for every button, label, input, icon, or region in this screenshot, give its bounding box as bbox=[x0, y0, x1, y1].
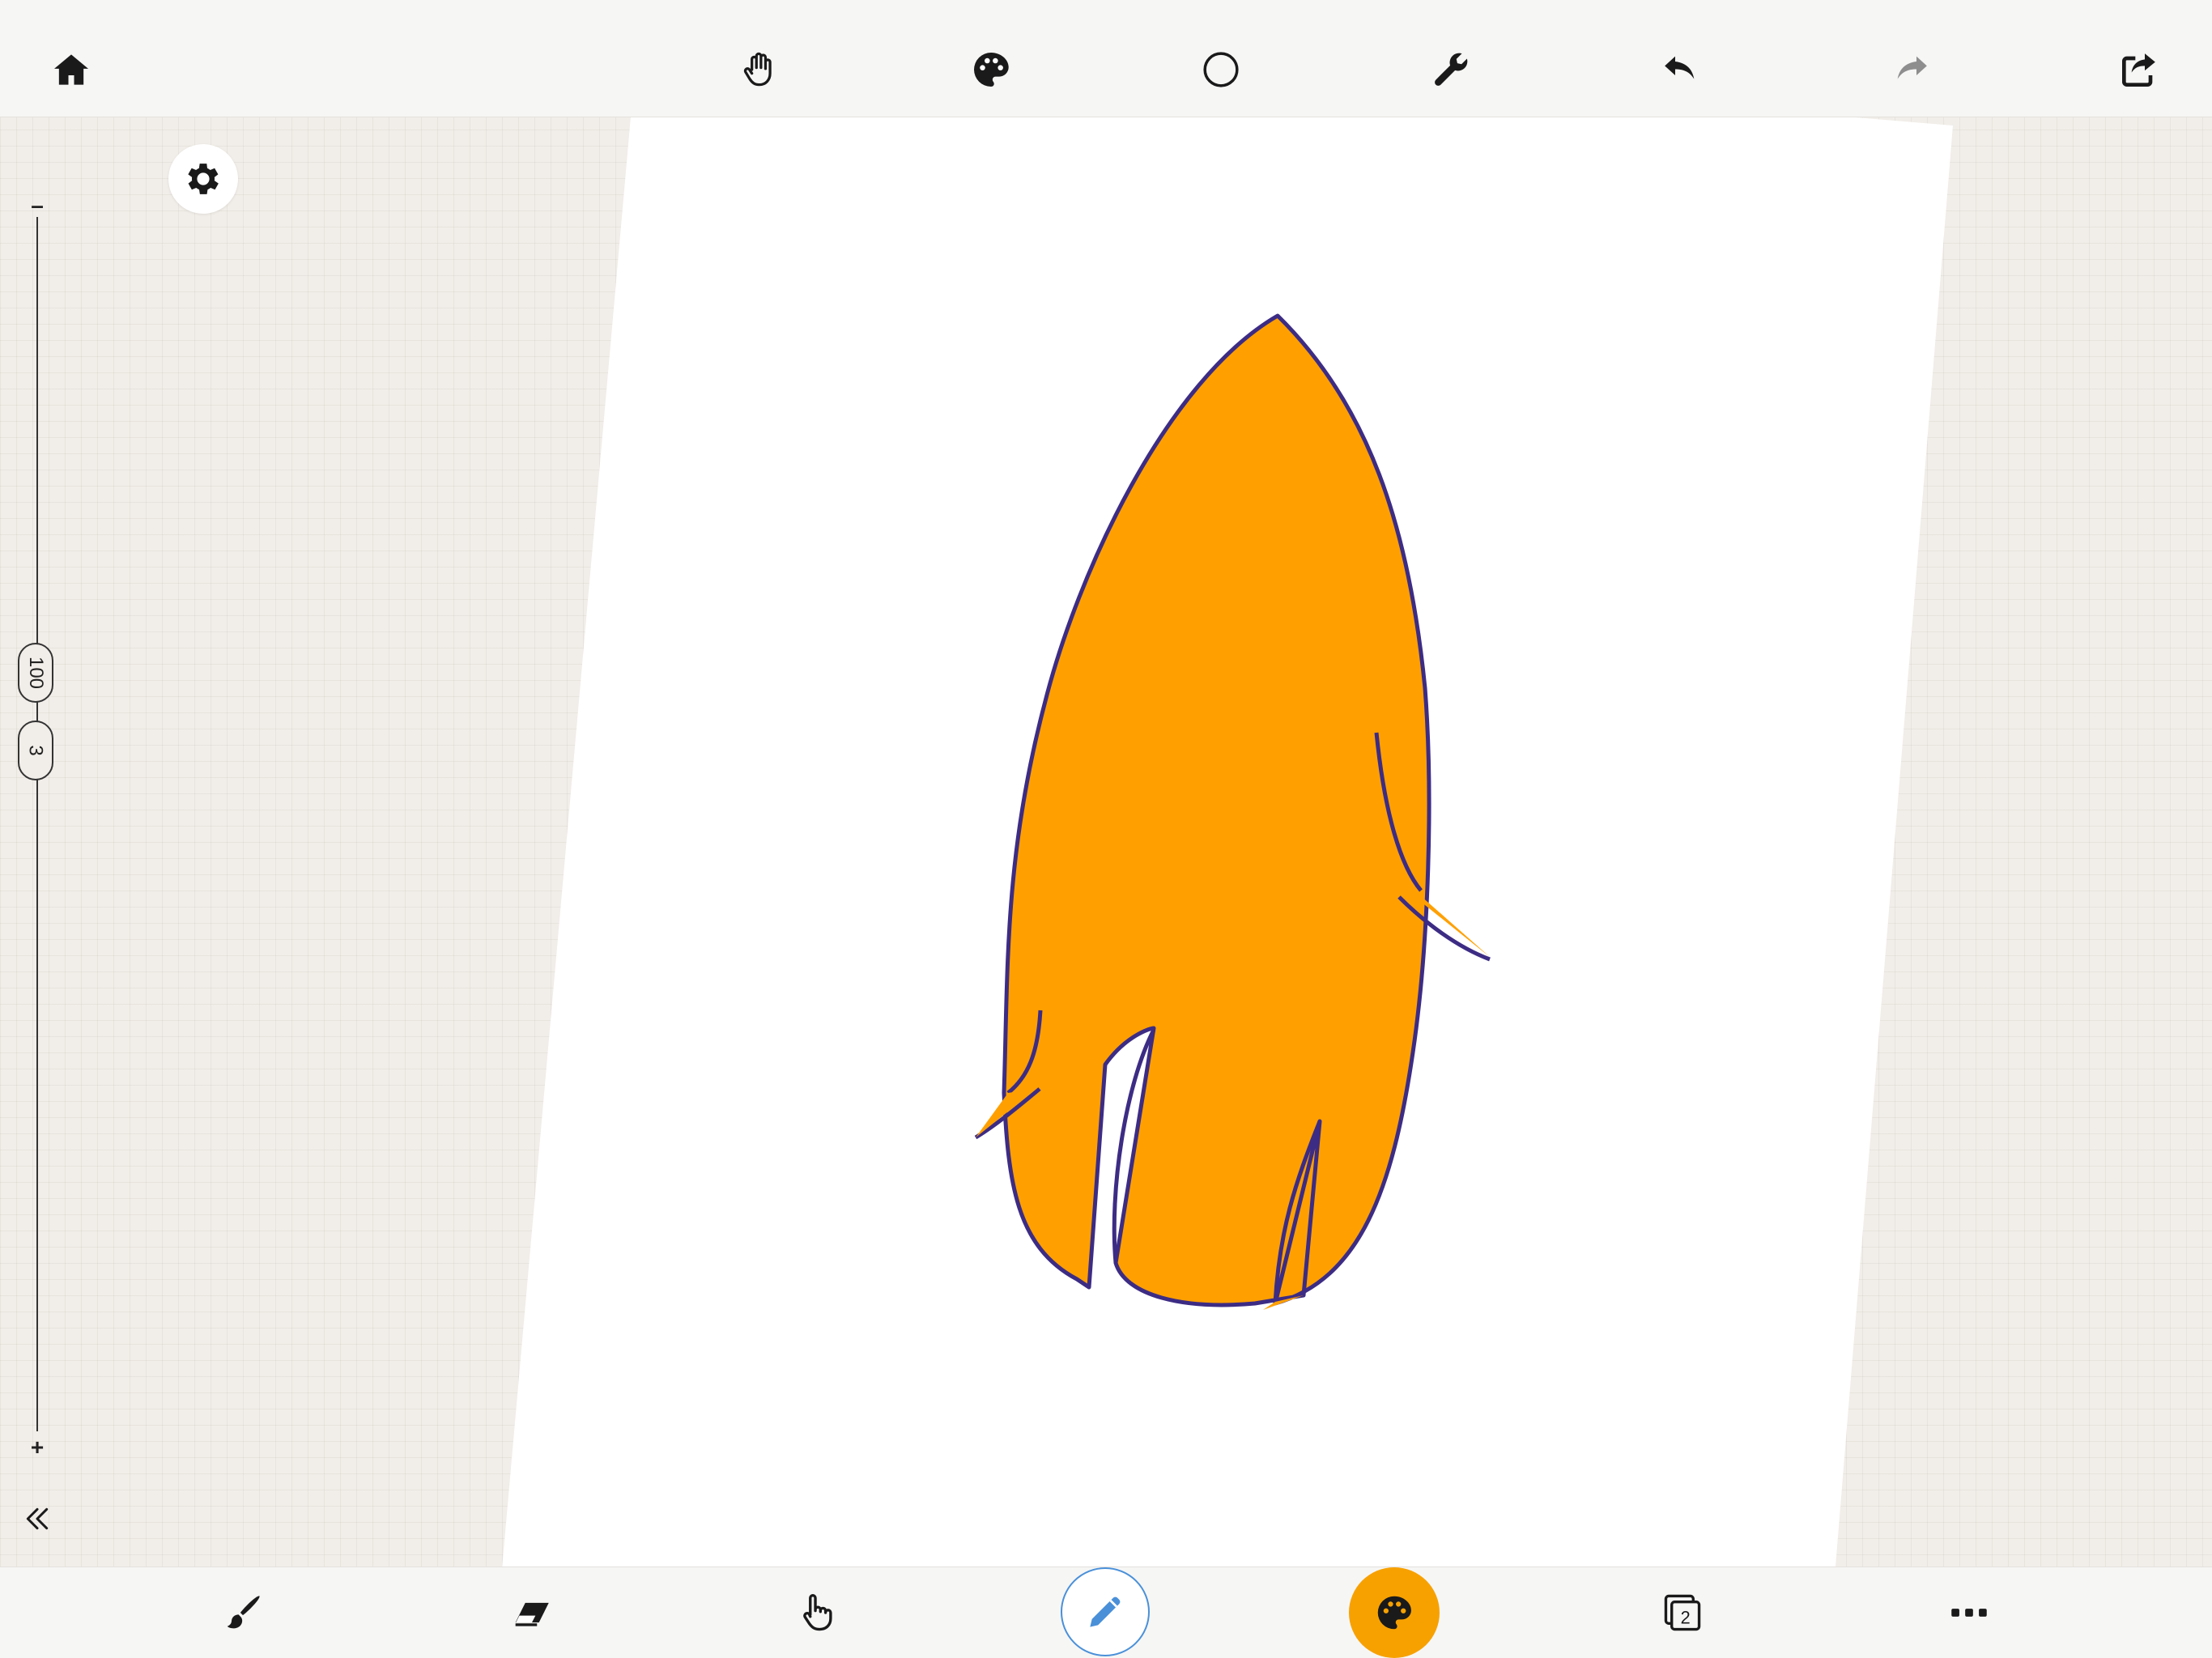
brush-size-slider[interactable] bbox=[36, 217, 38, 1431]
home-icon bbox=[54, 54, 88, 85]
redo-button[interactable] bbox=[1878, 37, 1943, 102]
layers-icon: 2 bbox=[1664, 1594, 1701, 1631]
gear-icon bbox=[188, 164, 219, 194]
smudge-tool-button[interactable] bbox=[771, 1567, 861, 1658]
eraser-tool-button[interactable] bbox=[486, 1567, 576, 1658]
slider-max-label: + bbox=[30, 1435, 45, 1460]
double-chevron-left-icon bbox=[26, 1507, 49, 1530]
hand-icon bbox=[743, 52, 772, 87]
orange-drawing bbox=[974, 313, 1491, 1310]
circle-shape-icon bbox=[1203, 52, 1239, 87]
home-button[interactable] bbox=[39, 37, 104, 102]
share-button[interactable] bbox=[2107, 37, 2172, 102]
undo-icon bbox=[1665, 56, 1695, 79]
brush-opacity-text: 3 bbox=[24, 745, 47, 756]
shape-button[interactable] bbox=[1189, 37, 1253, 102]
pan-button[interactable] bbox=[727, 37, 792, 102]
settings-button[interactable] bbox=[168, 144, 238, 214]
brush-opacity-value[interactable]: 3 bbox=[18, 721, 53, 780]
brush-icon bbox=[227, 1596, 260, 1629]
more-icon bbox=[1951, 1609, 1987, 1617]
slider-min-label: – bbox=[31, 193, 44, 218]
pencil-icon bbox=[1090, 1596, 1121, 1627]
palette-icon bbox=[974, 53, 1009, 87]
layer-count: 2 bbox=[1681, 1608, 1691, 1628]
brush-size-value[interactable]: 100 bbox=[18, 643, 53, 703]
eraser-icon bbox=[515, 1602, 549, 1626]
adjust-button[interactable] bbox=[1419, 37, 1483, 102]
brush-tool-button[interactable] bbox=[198, 1567, 288, 1658]
paper-sheet bbox=[500, 16, 1953, 1587]
brush-size-text: 100 bbox=[25, 656, 48, 690]
share-icon bbox=[2122, 53, 2155, 87]
redo-icon bbox=[1897, 56, 1927, 79]
top-toolbar bbox=[0, 0, 2212, 117]
current-color-button[interactable] bbox=[1349, 1567, 1440, 1658]
layers-button[interactable]: 2 bbox=[1637, 1567, 1728, 1658]
finger-icon bbox=[803, 1594, 832, 1631]
color-palette-icon bbox=[1377, 1596, 1411, 1630]
undo-button[interactable] bbox=[1648, 37, 1713, 102]
color-button-top[interactable] bbox=[959, 37, 1023, 102]
drawing-canvas[interactable] bbox=[0, 0, 2212, 1658]
collapse-panel-button[interactable] bbox=[18, 1499, 57, 1538]
orange-leaf-shape bbox=[1002, 313, 1431, 1307]
pencil-tool-button[interactable] bbox=[1061, 1567, 1150, 1656]
more-options-button[interactable] bbox=[1924, 1567, 2014, 1658]
wrench-icon bbox=[1435, 53, 1468, 86]
